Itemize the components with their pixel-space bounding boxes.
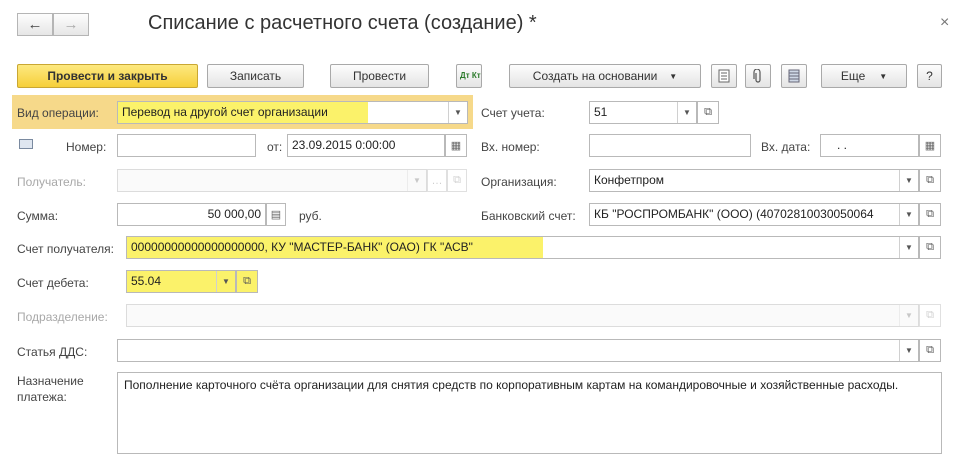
purpose-label-line1: Назначение <box>17 374 84 388</box>
back-button[interactable]: ← <box>17 13 53 36</box>
date-from-label: от: <box>267 140 283 154</box>
forward-button[interactable]: → <box>53 13 89 36</box>
organization-label: Организация: <box>481 175 557 189</box>
account-select[interactable]: 51 ▼ <box>589 101 697 124</box>
debit-account-select[interactable]: 55.04 ▼ <box>126 270 236 293</box>
create-based-on-button[interactable]: Создать на основании ▼ <box>509 64 701 88</box>
number-settings-icon[interactable] <box>19 139 33 149</box>
help-button[interactable]: ? <box>917 64 942 88</box>
dropdown-arrow-icon[interactable]: ▼ <box>899 170 918 191</box>
close-icon[interactable]: × <box>940 14 949 32</box>
page-title: Списание с расчетного счета (создание) * <box>148 12 537 34</box>
calculator-icon[interactable]: ▤ <box>266 203 286 226</box>
department-select[interactable]: ▼ <box>126 304 919 327</box>
number-input[interactable] <box>117 134 256 157</box>
chevron-down-icon: ▼ <box>669 71 678 81</box>
open-icon[interactable]: ⧉ <box>919 339 941 362</box>
operation-type-select[interactable]: Перевод на другой счет организации ▼ <box>117 101 468 124</box>
dropdown-arrow-icon[interactable]: ▼ <box>407 170 426 191</box>
amount-input[interactable]: 50 000,00 <box>117 203 266 226</box>
dds-article-label: Статья ДДС: <box>17 345 88 359</box>
arrow-left-icon: ← <box>27 16 43 33</box>
organization-select[interactable]: Конфетпром ▼ <box>589 169 919 192</box>
calendar-icon[interactable]: ▦ <box>445 134 467 157</box>
list-icon[interactable] <box>781 64 807 88</box>
number-label: Номер: <box>66 140 107 154</box>
dropdown-arrow-icon[interactable]: ▼ <box>899 204 918 225</box>
recipient-account-label: Счет получателя: <box>17 242 114 256</box>
open-icon[interactable]: ⧉ <box>919 203 941 226</box>
more-button[interactable]: Еще ▼ <box>821 64 907 88</box>
dropdown-arrow-icon[interactable]: ▼ <box>899 237 918 258</box>
operation-type-label: Вид операции: <box>17 106 99 120</box>
open-icon[interactable]: ⧉ <box>236 270 258 293</box>
chevron-down-icon: ▼ <box>879 71 888 81</box>
save-button[interactable]: Записать <box>207 64 304 88</box>
open-icon[interactable]: ⧉ <box>919 236 941 259</box>
open-icon[interactable]: ⧉ <box>919 169 941 192</box>
currency-label: руб. <box>299 209 322 223</box>
more-dots-icon[interactable]: … <box>427 169 447 192</box>
debit-account-label: Счет дебета: <box>17 276 89 290</box>
in-date-label: Вх. дата: <box>761 140 811 154</box>
recipient-label: Получатель: <box>17 175 86 189</box>
open-icon[interactable]: ⧉ <box>697 101 719 124</box>
open-icon[interactable]: ⧉ <box>919 304 941 327</box>
recipient-account-select[interactable]: 00000000000000000000, КУ "МАСТЕР-БАНК" (… <box>126 236 919 259</box>
dt-kt-icon[interactable]: Дт Кт <box>456 64 482 88</box>
dropdown-arrow-icon[interactable]: ▼ <box>216 271 235 292</box>
amount-label: Сумма: <box>17 209 59 223</box>
in-date-input[interactable]: . . <box>820 134 919 157</box>
dropdown-arrow-icon[interactable]: ▼ <box>677 102 696 123</box>
in-number-input[interactable] <box>589 134 751 157</box>
dds-article-select[interactable]: ▼ <box>117 339 919 362</box>
department-label: Подразделение: <box>17 310 108 324</box>
bank-account-select[interactable]: КБ "РОСПРОМБАНК" (ООО) (4070281003005006… <box>589 203 919 226</box>
purpose-textarea[interactable]: Пополнение карточного счёта организации … <box>117 372 942 454</box>
dropdown-arrow-icon[interactable]: ▼ <box>899 340 918 361</box>
account-label: Счет учета: <box>481 106 545 120</box>
bank-account-label: Банковский счет: <box>481 209 576 223</box>
document-icon[interactable] <box>711 64 737 88</box>
recipient-select[interactable]: ▼ <box>117 169 427 192</box>
date-input[interactable]: 23.09.2015 0:00:00 <box>287 134 445 157</box>
dropdown-arrow-icon[interactable]: ▼ <box>899 305 918 326</box>
paperclip-icon[interactable] <box>745 64 771 88</box>
post-button[interactable]: Провести <box>330 64 429 88</box>
in-number-label: Вх. номер: <box>481 140 540 154</box>
post-and-close-button[interactable]: Провести и закрыть <box>17 64 198 88</box>
arrow-right-icon: → <box>63 16 79 33</box>
purpose-label-line2: платежа: <box>17 390 67 404</box>
open-icon[interactable]: ⧉ <box>447 169 467 192</box>
dropdown-arrow-icon[interactable]: ▼ <box>448 102 467 123</box>
calendar-icon[interactable]: ▦ <box>919 134 941 157</box>
